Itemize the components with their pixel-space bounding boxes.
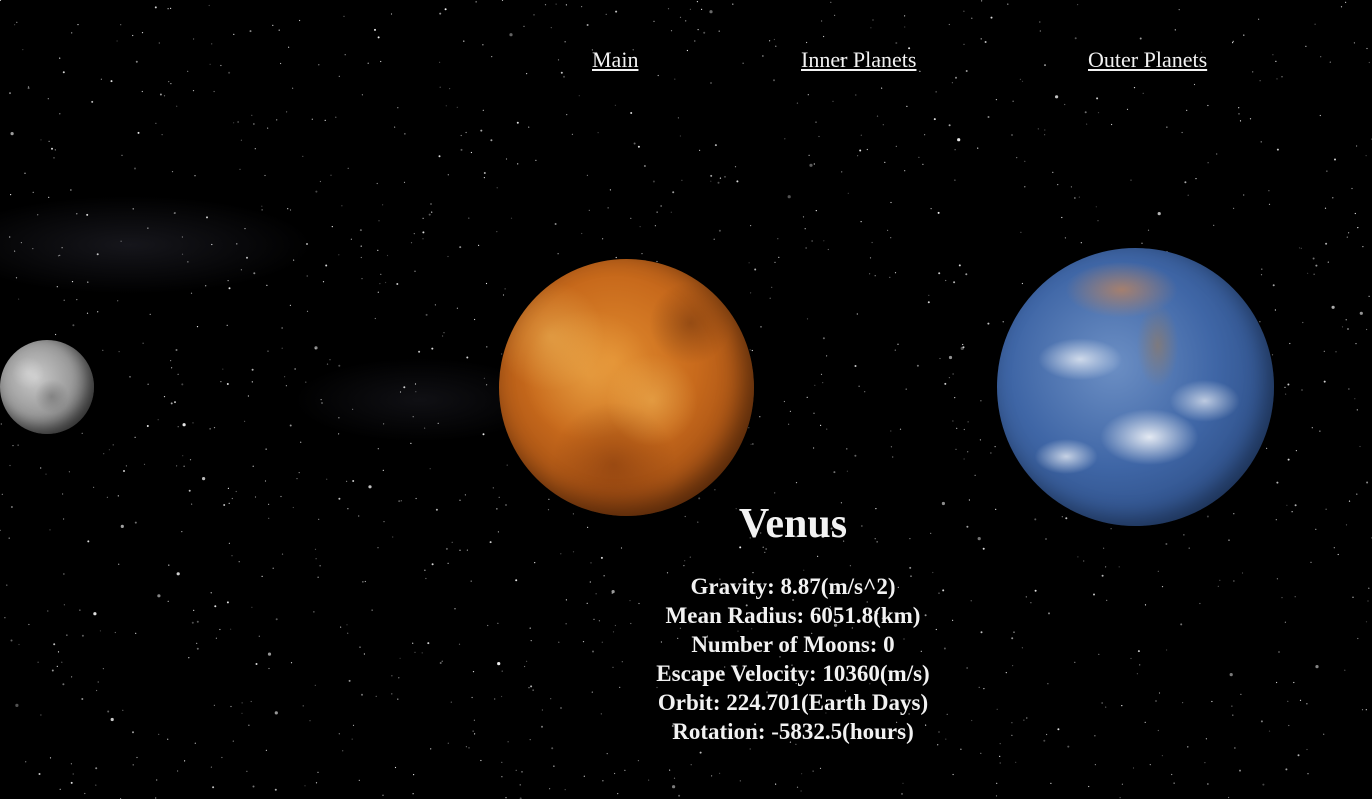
nav-link-outer-planets[interactable]: Outer Planets	[1088, 47, 1207, 73]
planet-info-panel: Venus Gravity: 8.87(m/s^2) Mean Radius: …	[593, 496, 993, 746]
planet-facts-list: Gravity: 8.87(m/s^2) Mean Radius: 6051.8…	[593, 572, 993, 746]
fact-escape-velocity: Escape Velocity: 10360(m/s)	[656, 661, 930, 686]
fact-number-of-moons: Number of Moons: 0	[691, 632, 895, 657]
fact-rotation: Rotation: -5832.5(hours)	[672, 719, 914, 744]
earth-planet-image[interactable]	[997, 248, 1274, 526]
nav-link-main[interactable]: Main	[592, 47, 638, 73]
planet-name-heading: Venus	[738, 501, 848, 547]
mercury-planet-image[interactable]	[0, 340, 94, 434]
fact-mean-radius: Mean Radius: 6051.8(km)	[665, 603, 921, 628]
nav-link-inner-planets[interactable]: Inner Planets	[801, 47, 916, 73]
venus-planet-image[interactable]	[499, 259, 754, 516]
fact-orbit: Orbit: 224.701(Earth Days)	[657, 690, 929, 715]
fact-gravity: Gravity: 8.87(m/s^2)	[690, 574, 896, 599]
space-scene: Main Inner Planets Outer Planets Venus G…	[0, 0, 1372, 799]
